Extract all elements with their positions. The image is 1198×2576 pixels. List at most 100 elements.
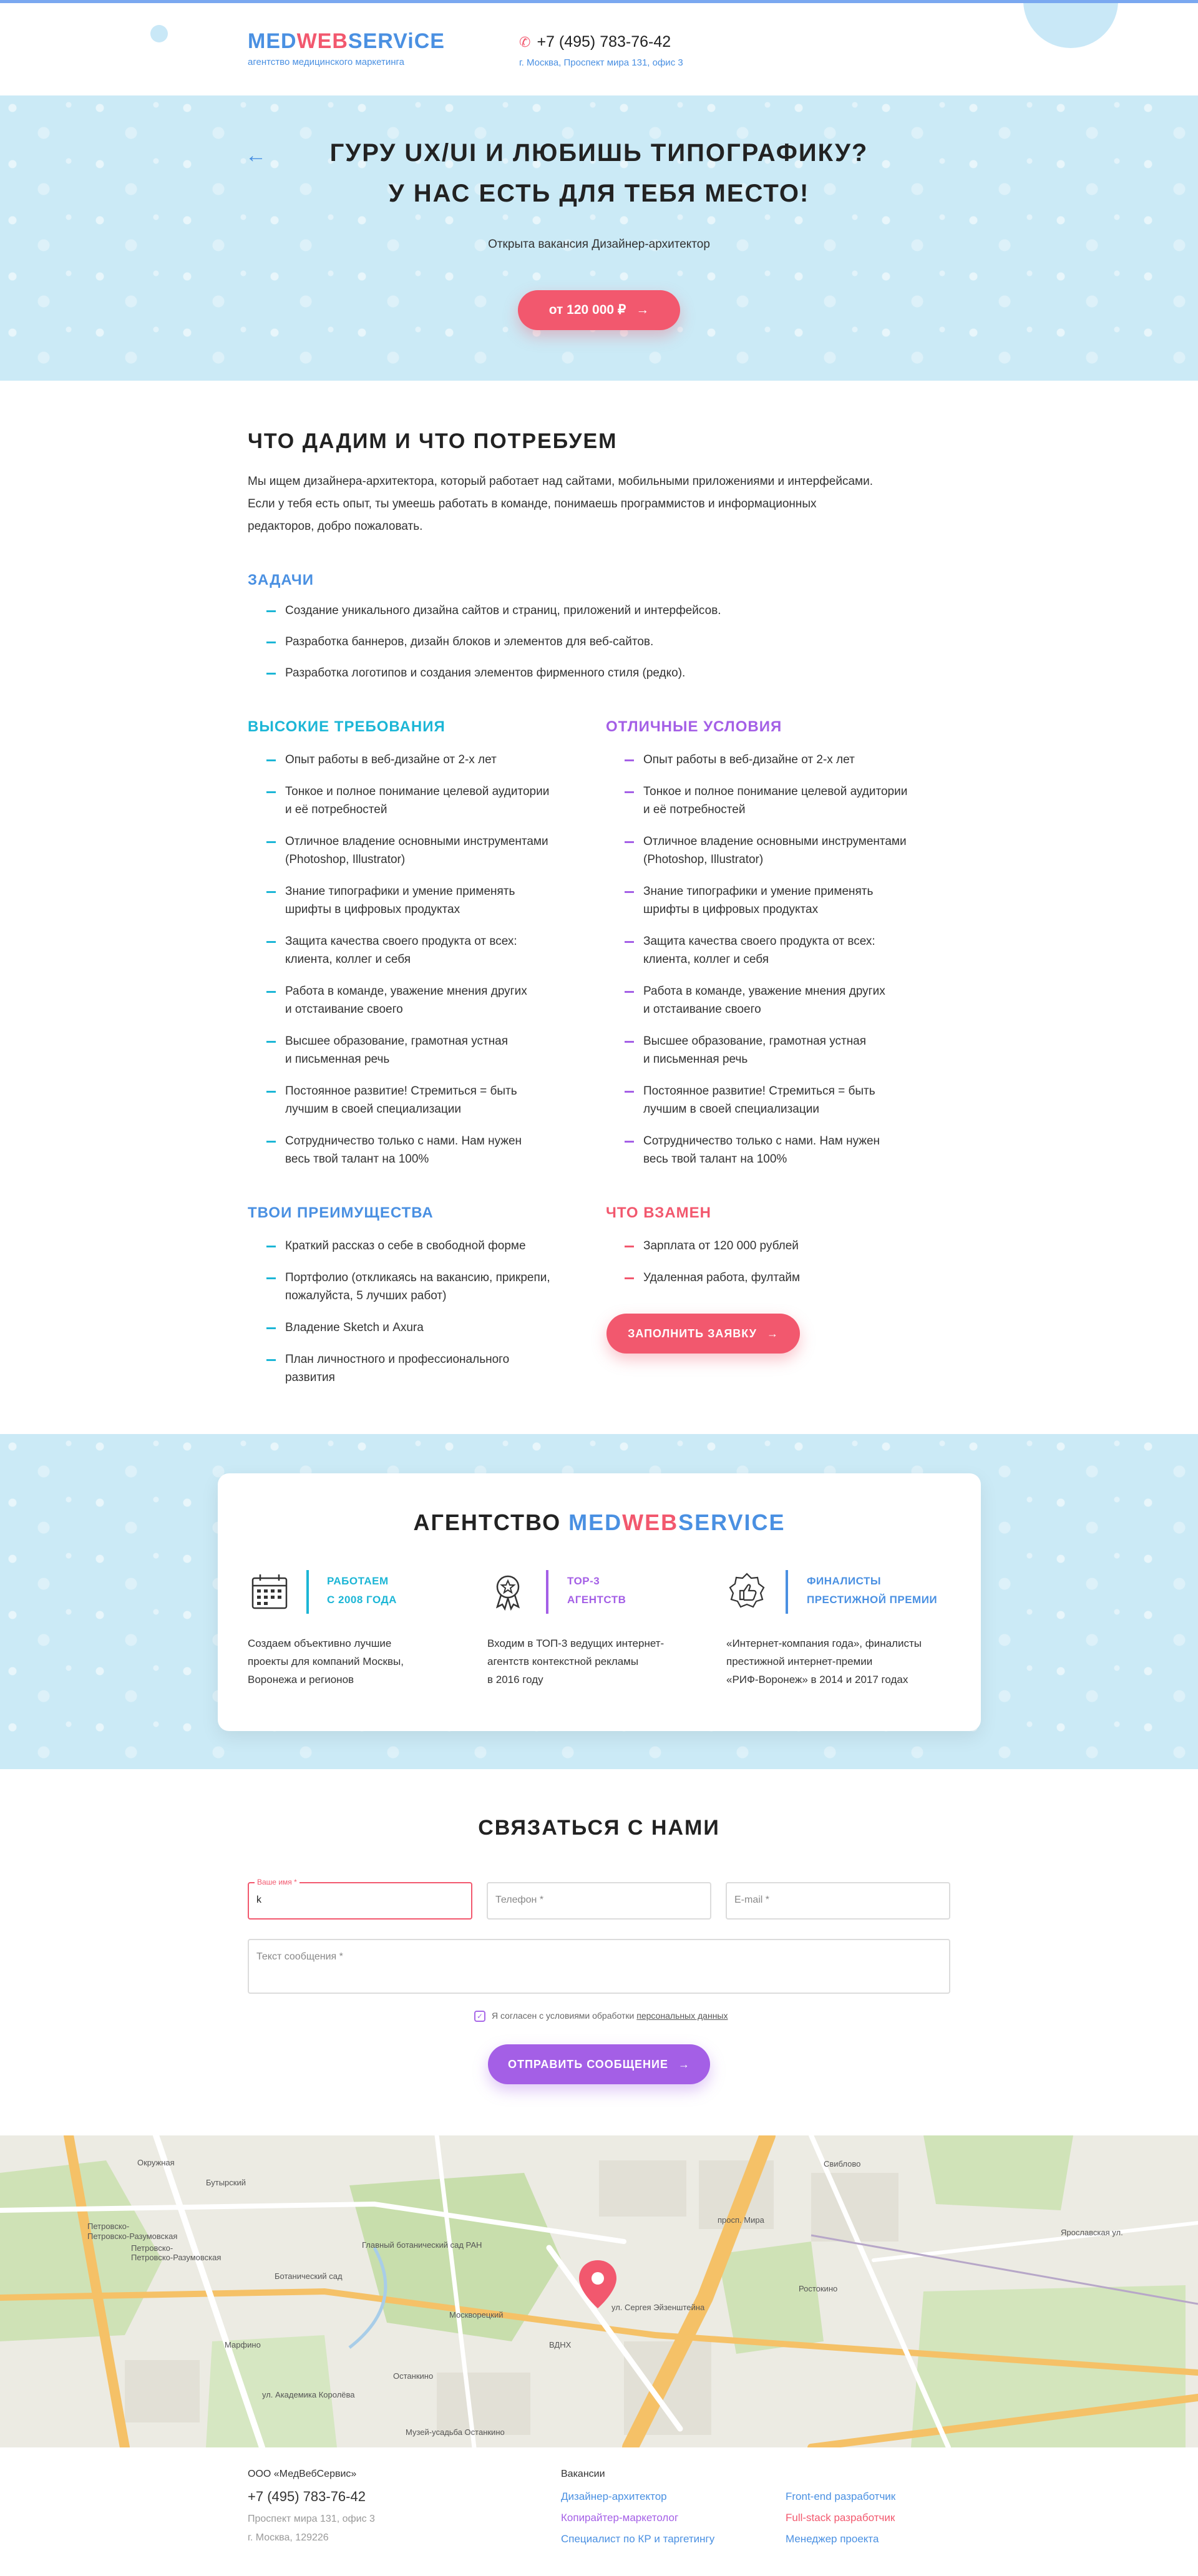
svg-text:Петровско-: Петровско-: [131, 2243, 173, 2253]
list-item: Портфолио (откликаясь на вакансию, прикр…: [248, 1269, 550, 1305]
in-return-list: Зарплата от 120 000 рублей Удаленная рабо…: [606, 1237, 800, 1300]
list-item: Защита качества своего продукта от всех:…: [248, 932, 549, 968]
hero-subtitle: Открыта вакансия Дизайнер-архитектор: [488, 238, 710, 251]
footer-vacancies-title: Вакансии: [561, 2469, 605, 2479]
map-label: Ярославская ул.: [1061, 2228, 1123, 2237]
consent-link[interactable]: персональных данных: [636, 2011, 728, 2021]
feature-divider: [546, 1570, 548, 1614]
list-item: Владение Sketch и Axura: [248, 1319, 550, 1337]
requirements-list: Опыт работы в веб-дизайне от 2-х лет Тонк…: [248, 751, 549, 1182]
name-field[interactable]: k: [248, 1882, 472, 1920]
list-item: Сотрудничество только с нами. Нам нужен в…: [248, 1132, 549, 1168]
list-item: Создание уникального дизайна сайтов и ст…: [248, 602, 721, 620]
consent-text: Я согласен с условиями обработки: [492, 2011, 637, 2021]
map-label: просп. Мира: [718, 2215, 765, 2225]
name-field-label: Ваше имя *: [255, 1878, 300, 1886]
map-label: Петровско-Разумовская: [87, 2232, 177, 2241]
map-label: Останкино: [393, 2371, 433, 2381]
agency-card: АГЕНТСТВО MEDWEBSERVICE РАБОТАЕМ С 2008 Г…: [218, 1473, 981, 1731]
map-label: Главный ботанический сад РАН: [362, 2240, 482, 2250]
site-header: MEDWEBSERViCE агентство медицинского мар…: [0, 3, 1198, 95]
list-item: Знание типографики и умение применять шри…: [248, 882, 549, 919]
map-label: Москворецкий: [449, 2310, 504, 2320]
list-item: Удаленная работа, фултайм: [606, 1269, 800, 1287]
feature-divider: [306, 1570, 309, 1614]
logo[interactable]: MEDWEBSERViCE: [248, 29, 445, 54]
footer-vacancy-link[interactable]: Копирайтер-маркетолог: [561, 2509, 714, 2527]
footer-contacts: ООО «МедВебСервис» +7 (495) 783-76-42 Пр…: [248, 2465, 375, 2547]
map-label: ул. Сергея Эйзенштейна: [611, 2303, 705, 2312]
salary-button[interactable]: от 120 000 ₽ →: [518, 290, 680, 330]
list-item: Работа в команде, уважение мнения других…: [606, 982, 907, 1018]
list-item: Сотрудничество только с нами. Нам нужен в…: [606, 1132, 907, 1168]
feature-divider: [786, 1570, 788, 1614]
footer-vacancy-link[interactable]: Full-stack разработчик: [786, 2509, 895, 2527]
phone-field[interactable]: Телефон *: [487, 1882, 711, 1920]
decor-dot: [150, 25, 168, 42]
map-canvas[interactable]: Окружная Петровско-Петровско-Разумовская…: [0, 2135, 1198, 2447]
conditions-list: Опыт работы в веб-дизайне от 2-х лет Тонк…: [606, 751, 907, 1182]
list-item: Постоянное развитие! Стремиться = быть лу…: [248, 1082, 549, 1118]
footer-vacancies: Вакансии Дизайнер-архитектор Копирайтер-…: [561, 2465, 714, 2549]
footer-vacancy-link[interactable]: Дизайнер-архитектор: [561, 2487, 714, 2506]
feature-heading: ФИНАЛИСТЫ ПРЕСТИЖНОЙ ПРЕМИИ: [807, 1575, 938, 1606]
list-item: Зарплата от 120 000 рублей: [606, 1237, 800, 1255]
header-address: г. Москва, Проспект мира 131, офис 3: [519, 57, 683, 68]
list-item: Высшее образование, грамотная устная и пи…: [606, 1032, 907, 1068]
footer-vacancy-link[interactable]: Менеджер проекта: [786, 2530, 895, 2549]
list-item: Разработка логотипов и создания элементо…: [248, 664, 721, 682]
map-label: Бутырский: [206, 2178, 246, 2187]
header-phone[interactable]: ✆ +7 (495) 783-76-42: [519, 33, 671, 51]
hero-title-line1: ГУРУ UX/UI И ЛЮБИШЬ ТИПОГРАФИКУ?: [329, 139, 869, 167]
list-item: Высшее образование, грамотная устная и пи…: [248, 1032, 549, 1068]
map-label: Петровско-Разумовская: [131, 2253, 221, 2262]
decor-circle: [1023, 3, 1118, 48]
list-item: Защита качества своего продукта от всех:…: [606, 932, 907, 968]
feature-text: «Интернет-компания года», финалисты прест…: [726, 1637, 922, 1686]
list-item: Отличное владение основными инструментам…: [248, 832, 549, 869]
map-label: Ботанический сад: [275, 2271, 343, 2281]
footer-company: ООО «МедВебСервис»: [248, 2469, 357, 2479]
arrow-right-icon: →: [636, 303, 650, 317]
list-item: Постоянное развитие! Стремиться = быть лу…: [606, 1082, 907, 1118]
send-button[interactable]: ОТПРАВИТЬ СООБЩЕНИЕ →: [488, 2044, 710, 2084]
apply-button[interactable]: ЗАПОЛНИТЬ ЗАЯВКУ →: [606, 1314, 800, 1354]
list-item: Опыт работы в веб-дизайне от 2-х лет: [248, 751, 549, 769]
consent-checkbox[interactable]: ✓: [474, 2011, 485, 2022]
footer-vacancy-link[interactable]: Front-end разработчик: [786, 2487, 895, 2506]
map-label: Свиблово: [824, 2159, 860, 2169]
map-label: Ростокино: [799, 2284, 837, 2293]
conditions-title: ОТЛИЧНЫЕ УСЛОВИЯ: [606, 718, 782, 735]
offer-title: ЧТО ДАДИМ И ЧТО ПОТРЕБУЕМ: [248, 429, 618, 453]
phone-icon: ✆: [519, 34, 531, 50]
logo-subtitle: агентство медицинского маркетинга: [248, 57, 405, 67]
in-return-title: ЧТО ВЗАМЕН: [606, 1204, 711, 1221]
footer-vacancy-link[interactable]: Специалист по КР и таргетингу: [561, 2530, 714, 2549]
list-item: Краткий рассказ о себе в свободной форме: [248, 1237, 550, 1255]
feature-heading: TOP-3 АГЕНТСТВ: [567, 1575, 626, 1606]
map-label: ул. Академика Королёва: [262, 2390, 355, 2399]
map-label: ВДНХ: [549, 2340, 572, 2349]
contact-title: СВЯЗАТЬСЯ С НАМИ: [478, 1816, 720, 1840]
footer-vacancies-col2: Front-end разработчик Full-stack разрабо…: [786, 2487, 895, 2549]
email-field[interactable]: E-mail *: [726, 1882, 950, 1920]
tasks-list: Создание уникального дизайна сайтов и ст…: [248, 602, 721, 695]
list-item: Знание типографики и умение применять шри…: [606, 882, 907, 919]
calendar-icon: [251, 1574, 288, 1609]
footer-address-line1: Проспект мира 131, офис 3: [248, 2514, 375, 2524]
location-map[interactable]: Окружная Петровско- Петровско-Разумовская…: [0, 2135, 1198, 2447]
advantages-list: Краткий рассказ о себе в свободной форме…: [248, 1237, 550, 1400]
footer-address-line2: г. Москва, 129226: [248, 2532, 329, 2543]
footer-phone[interactable]: +7 (495) 783-76-42: [248, 2487, 375, 2506]
svg-text:Петровско-: Петровско-: [87, 2222, 129, 2231]
feature-text: Создаем объективно лучшие проекты для ком…: [248, 1637, 404, 1686]
list-item: Тонкое и полное понимание целевой аудито…: [248, 783, 549, 819]
offer-intro: Мы ищем дизайнера-архитектора, который р…: [248, 475, 873, 533]
arrow-right-icon: →: [766, 1327, 779, 1340]
map-label: Марфино: [225, 2340, 261, 2349]
message-field[interactable]: Текст сообщения *: [248, 1939, 950, 1994]
list-item: Разработка баннеров, дизайн блоков и эле…: [248, 633, 721, 651]
requirements-title: ВЫСОКИЕ ТРЕБОВАНИЯ: [248, 718, 446, 735]
feature-heading: РАБОТАЕМ С 2008 ГОДА: [327, 1575, 397, 1606]
hero-title-line2: У НАС ЕСТЬ ДЛЯ ТЕБЯ МЕСТО!: [388, 180, 810, 207]
